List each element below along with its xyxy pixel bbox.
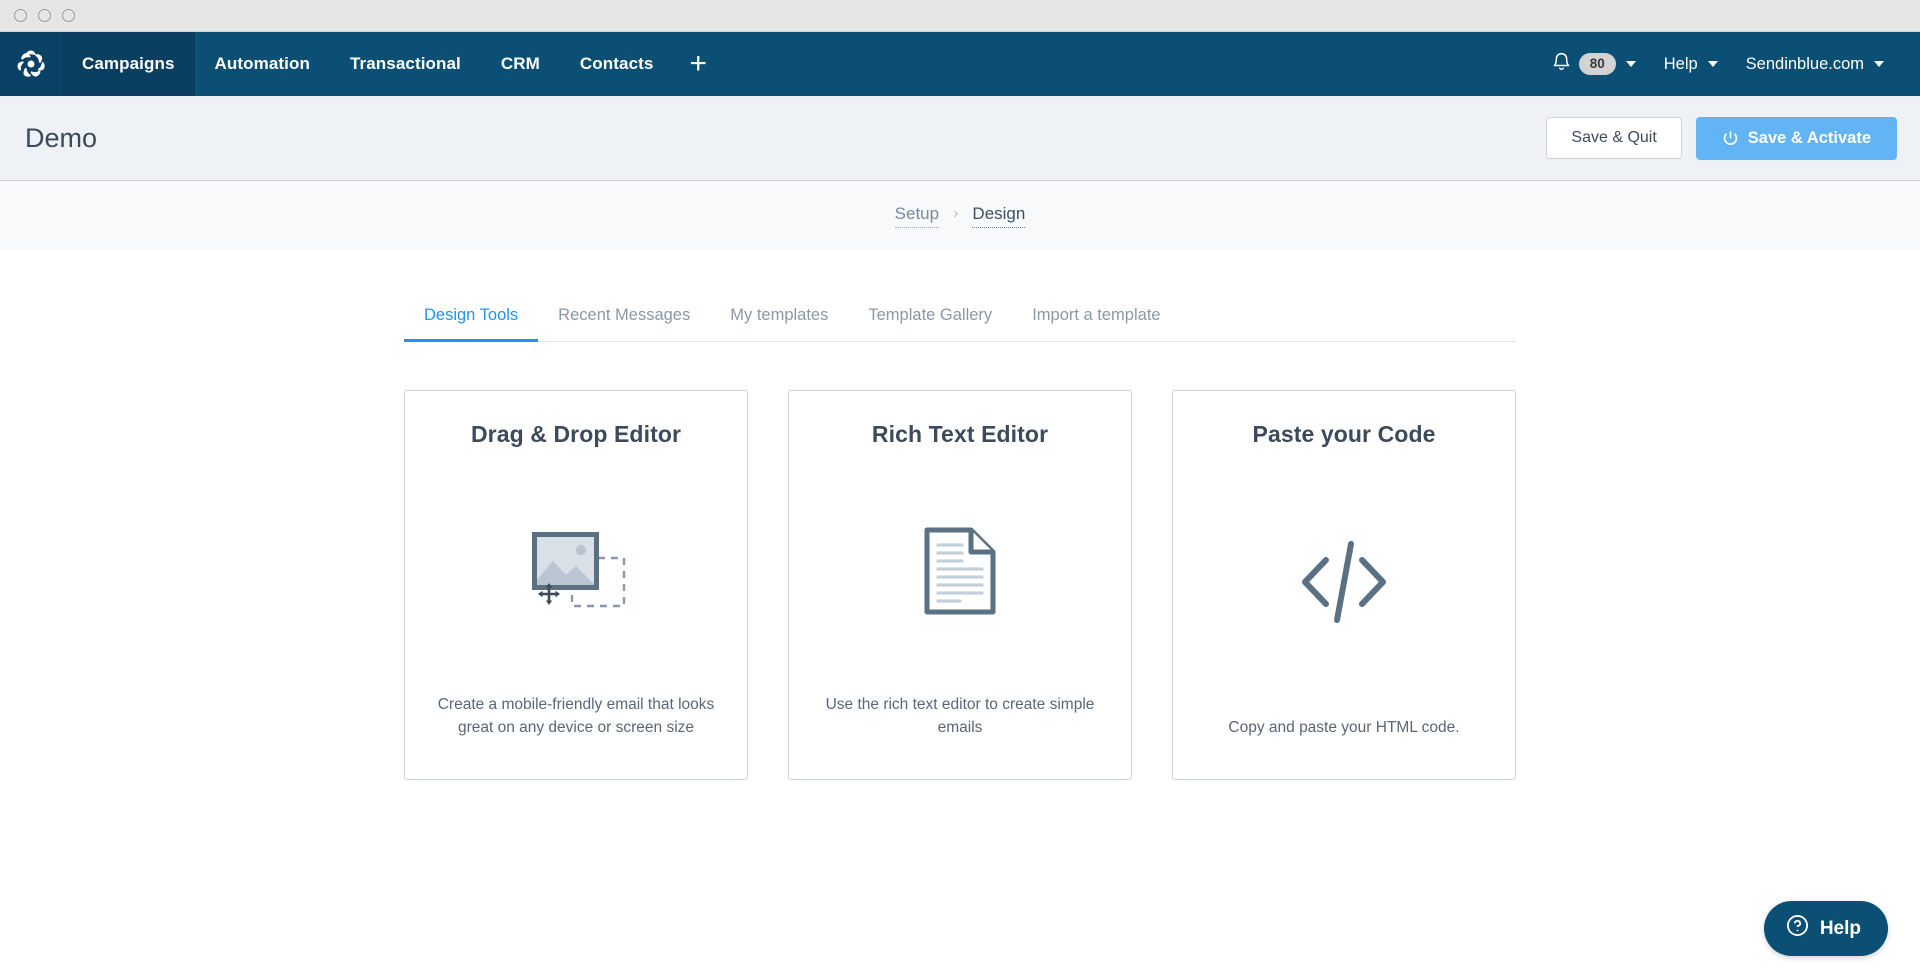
card-drag-drop-editor[interactable]: Drag & Drop Editor Create a mobile-frien… — [404, 390, 748, 780]
tab-template-gallery[interactable]: Template Gallery — [848, 306, 1012, 342]
account-menu[interactable]: Sendinblue.com — [1732, 55, 1898, 74]
card-description: Copy and paste your HTML code. — [1228, 718, 1460, 736]
breadcrumb-item-design[interactable]: Design — [972, 204, 1026, 228]
nav-item-crm[interactable]: CRM — [481, 32, 560, 96]
card-title: Paste your Code — [1252, 421, 1436, 447]
chevron-down-icon — [1707, 61, 1718, 67]
tab-label: My templates — [730, 306, 829, 324]
sendinblue-logo[interactable] — [0, 32, 62, 96]
main-content: Design Tools Recent Messages My template… — [0, 250, 1920, 780]
card-paste-your-code[interactable]: Paste your Code Copy and paste your HTML… — [1172, 390, 1516, 780]
save-quit-button[interactable]: Save & Quit — [1546, 117, 1682, 159]
editor-option-cards: Drag & Drop Editor Create a mobile-frien… — [404, 390, 1516, 780]
tab-label: Recent Messages — [558, 306, 691, 324]
nav-item-label: CRM — [500, 54, 540, 73]
nav-item-campaigns[interactable]: Campaigns — [62, 32, 195, 96]
save-activate-button[interactable]: Save & Activate — [1695, 116, 1897, 160]
card-title: Drag & Drop Editor — [470, 421, 682, 447]
nav-item-label: Transactional — [349, 54, 461, 73]
campaign-subheader: Demo Save & Quit Save & Activate — [0, 96, 1920, 181]
help-menu-label: Help — [1663, 54, 1698, 73]
drag-drop-image-icon — [427, 448, 725, 694]
breadcrumb: Setup › Design — [0, 181, 1920, 250]
notification-count-badge: 80 — [1578, 52, 1616, 76]
chevron-down-icon — [1625, 61, 1636, 67]
navbar-right: 80 Help Sendinblue.com — [1538, 32, 1920, 96]
card-title: Rich Text Editor — [871, 421, 1049, 447]
close-dot[interactable] — [14, 9, 27, 22]
card-rich-text-editor[interactable]: Rich Text Editor Use the rich text edito… — [788, 390, 1132, 780]
minimize-dot[interactable] — [38, 9, 51, 22]
card-description: Create a mobile-friendly email that look… — [437, 696, 715, 736]
code-brackets-icon — [1195, 448, 1493, 717]
nav-item-label: Campaigns — [82, 54, 175, 73]
tab-label: Template Gallery — [868, 306, 993, 324]
tab-recent-messages[interactable]: Recent Messages — [538, 306, 710, 342]
nav-item-automation[interactable]: Automation — [195, 32, 330, 96]
tab-my-templates[interactable]: My templates — [710, 306, 848, 342]
window-titlebar — [0, 0, 1920, 32]
add-button[interactable]: + — [673, 32, 723, 96]
breadcrumb-item-setup[interactable]: Setup — [894, 204, 940, 228]
chevron-down-icon — [1874, 61, 1884, 67]
document-icon — [811, 448, 1109, 694]
nav-item-transactional[interactable]: Transactional — [330, 32, 481, 96]
bell-icon — [1552, 51, 1571, 77]
power-icon — [1722, 130, 1739, 147]
tab-label: Import a template — [1032, 306, 1161, 324]
save-activate-label: Save & Activate — [1747, 128, 1871, 147]
help-menu[interactable]: Help — [1650, 55, 1732, 74]
design-tabs: Design Tools Recent Messages My template… — [404, 306, 1516, 342]
plus-icon: + — [689, 47, 708, 80]
help-widget-label: Help — [1819, 917, 1861, 939]
breadcrumb-separator-icon: › — [953, 205, 959, 222]
tab-design-tools[interactable]: Design Tools — [404, 306, 539, 342]
content-inner: Design Tools Recent Messages My template… — [404, 306, 1516, 780]
help-widget-button[interactable]: Help — [1763, 901, 1888, 956]
nav-item-label: Automation — [214, 54, 310, 73]
page-title: Demo — [25, 122, 98, 153]
nav-item-contacts[interactable]: Contacts — [560, 32, 674, 96]
main-navbar: Campaigns Automation Transactional CRM C… — [0, 32, 1920, 96]
tab-label: Design Tools — [424, 306, 519, 324]
subheader-actions: Save & Quit Save & Activate — [1546, 116, 1897, 160]
card-description: Use the rich text editor to create simpl… — [825, 696, 1095, 736]
nav-items: Campaigns Automation Transactional CRM C… — [62, 32, 723, 96]
nav-item-label: Contacts — [579, 54, 654, 73]
notifications-menu[interactable]: 80 — [1538, 51, 1650, 77]
account-menu-label: Sendinblue.com — [1745, 54, 1864, 73]
maximize-dot[interactable] — [62, 9, 75, 22]
tab-import-a-template[interactable]: Import a template — [1012, 306, 1180, 342]
question-circle-icon — [1786, 914, 1809, 943]
